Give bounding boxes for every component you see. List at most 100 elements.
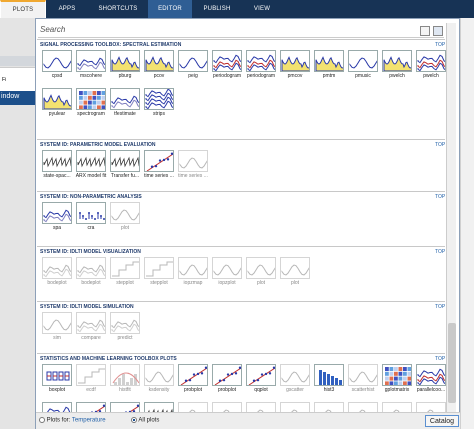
plot-gallery-item[interactable]: plot [108,202,142,231]
tab-publish[interactable]: PUBLISH [192,0,242,18]
plot-item-label: plot [256,280,266,286]
toolstrip-tabs: PLOTS APPS SHORTCUTS EDITOR PUBLISH VIEW [0,0,474,18]
plot-gallery-item[interactable]: time series ... [142,150,176,179]
plot-gallery-item[interactable]: iopzplot [210,257,244,286]
gallery-section: SYSTEM ID: IDLTI MODEL VISUALIZATIONTOP▲… [37,246,452,301]
plot-gallery-item[interactable]: plot [278,257,312,286]
plot-gallery-item[interactable]: stepplot [108,257,142,286]
plot-thumbnail-icon [314,364,344,386]
plot-gallery-item[interactable]: time series ... [176,150,210,179]
top-link[interactable]: TOP [435,249,445,255]
section-title: SYSTEM ID: IDLTI MODEL VISUALIZATION [40,249,141,255]
all-plots-radio[interactable] [131,417,137,423]
tab-view[interactable]: VIEW [242,0,282,18]
plot-thumbnail-icon [246,257,276,279]
vertical-scrollbar[interactable] [446,23,456,413]
catalog-button[interactable]: Catalog [425,415,459,427]
plot-gallery-item[interactable]: cra [74,202,108,231]
plot-gallery-item[interactable]: bodeplot [40,257,74,286]
plot-gallery-item[interactable]: parallelcoo... [414,364,448,393]
plot-gallery-item[interactable]: gscatter [278,364,312,393]
plot-gallery-item[interactable]: pmcov [278,50,312,79]
plot-item-label: qqplot [254,387,268,393]
search-bar[interactable]: Search [38,23,444,38]
plot-thumbnail-icon [144,257,174,279]
tab-editor[interactable]: EDITOR [148,0,192,18]
plot-gallery-item[interactable]: ksdensity [142,364,176,393]
plot-thumbnail-icon [42,364,72,386]
plots-for-option[interactable]: Plots for: Temperature [39,417,106,424]
plot-item-label: compare [81,335,101,341]
plot-gallery-item[interactable]: peig [176,50,210,79]
grid-view-icon[interactable] [433,26,443,36]
plot-gallery-item[interactable]: predict [108,312,142,341]
tab-shortcuts[interactable]: SHORTCUTS [88,0,148,18]
plot-gallery-item[interactable]: ecdf [74,364,108,393]
command-window-label[interactable]: indow [0,91,38,105]
plot-item-label: ecdf [86,387,96,393]
plot-item-label: cra [87,225,95,231]
plot-item-label: bodeplot [81,280,101,286]
plot-gallery-item[interactable]: scatterhist [346,364,380,393]
plot-gallery-item[interactable]: sim [40,312,74,341]
plot-gallery-item[interactable]: spa [40,202,74,231]
plot-gallery-item[interactable]: compare [74,312,108,341]
plot-gallery-item[interactable]: pwelch [380,50,414,79]
plot-gallery-item[interactable]: cpsd [40,50,74,79]
gallery-section: SYSTEM ID: NON-PARAMETRIC ANALYSISTOP▲sp… [37,191,452,246]
plot-gallery-item[interactable]: plot [244,257,278,286]
all-plots-option[interactable]: All plots [131,417,159,424]
plot-gallery-item[interactable]: strips [142,88,176,117]
plot-gallery-item[interactable]: histfit [108,364,142,393]
plot-item-label: pwelch [389,73,405,79]
tab-plots[interactable]: PLOTS [0,0,46,18]
plot-gallery-item[interactable]: mscohere [74,50,108,79]
plot-item-label: periodogram [212,73,242,79]
plot-gallery-item[interactable]: boxplot [40,364,74,393]
plot-item-label: iopzplot [218,280,236,286]
plots-for-radio[interactable] [39,417,45,423]
gallery-section: SYSTEM ID: IDLTI MODEL SIMULATIONTOP▲sim… [37,301,452,353]
plot-gallery-item[interactable]: pmusic [346,50,380,79]
plot-item-label: plot [290,280,300,286]
plot-gallery-item[interactable]: ARX model fit [74,150,108,179]
all-plots-label: All plots [138,417,160,424]
list-view-icon[interactable] [420,26,430,36]
plot-thumbnail-icon [76,202,106,224]
search-input[interactable]: Search [40,25,65,34]
plot-thumbnail-icon [110,364,140,386]
plot-gallery-item[interactable]: periodogram [244,50,278,79]
plot-gallery-item[interactable]: periodogram [210,50,244,79]
plot-item-label: pmusic [355,73,371,79]
plot-gallery-item[interactable]: spectrogram [74,88,108,117]
plot-gallery-item[interactable]: pwelch [414,50,448,79]
plot-gallery-item[interactable]: iopzmap [176,257,210,286]
tab-apps[interactable]: APPS [46,0,88,18]
plot-thumbnail-icon [178,257,208,279]
plot-gallery-item[interactable]: pyulear [40,88,74,117]
top-link[interactable]: TOP [435,304,445,310]
plot-gallery-item[interactable]: bodeplot [74,257,108,286]
top-link[interactable]: TOP [435,194,445,200]
plot-gallery-item[interactable]: state-spac... [40,150,74,179]
plot-gallery-item[interactable]: pcov [142,50,176,79]
plot-gallery-item[interactable]: pburg [108,50,142,79]
plot-gallery-item[interactable]: stepplot [142,257,176,286]
plot-thumbnail-icon [42,88,72,110]
plot-thumbnail-icon [42,50,72,72]
plot-gallery-item[interactable]: hist3 [312,364,346,393]
plot-gallery-item[interactable]: qqplot [244,364,278,393]
plot-thumbnail-icon [144,88,174,110]
plot-gallery-item[interactable]: gplotmatrix [380,364,414,393]
scrollbar-thumb[interactable] [448,323,456,403]
top-link[interactable]: TOP [435,42,445,48]
plot-thumbnail-icon [246,50,276,72]
top-link[interactable]: TOP [435,356,445,362]
top-link[interactable]: TOP [435,142,445,148]
plot-gallery-item[interactable]: pmtm [312,50,346,79]
plot-gallery-item[interactable]: probplot [210,364,244,393]
plot-thumbnail-icon [382,364,412,386]
plot-gallery-item[interactable]: Transfer fu... [108,150,142,179]
plot-gallery-item[interactable]: probplot [176,364,210,393]
plot-gallery-item[interactable]: tfestimate [108,88,142,117]
